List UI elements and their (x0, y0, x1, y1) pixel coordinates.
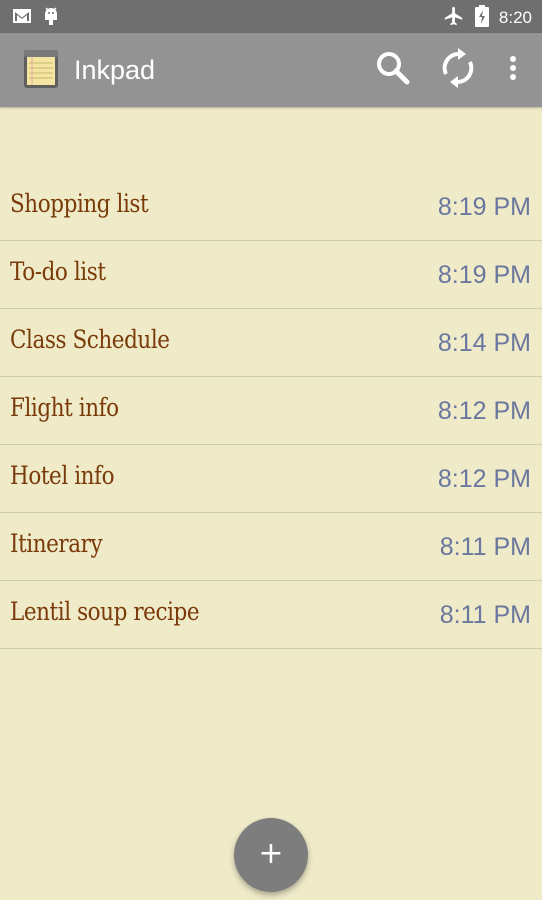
system-status: 8:20 (443, 5, 532, 31)
app-bar: Inkpad (0, 33, 542, 107)
search-icon (375, 50, 411, 90)
list-item[interactable]: Class Schedule 8:14 PM (0, 309, 542, 377)
note-title: Itinerary (10, 529, 103, 558)
battery-charging-icon (474, 5, 489, 31)
overflow-menu-button[interactable] (491, 48, 535, 92)
list-item[interactable]: Shopping list 8:19 PM (0, 173, 542, 241)
list-item[interactable]: Flight info 8:12 PM (0, 377, 542, 445)
note-time: 8:14 PM (437, 329, 531, 357)
sync-button[interactable] (436, 48, 480, 92)
note-title: Class Schedule (10, 325, 170, 354)
gmail-icon (12, 7, 32, 29)
list-item[interactable]: Hotel info 8:12 PM (0, 445, 542, 513)
note-time: 8:12 PM (437, 397, 531, 425)
notepad-logo (23, 49, 59, 89)
list-item[interactable]: Itinerary 8:11 PM (0, 513, 542, 581)
note-title: Hotel info (10, 461, 115, 490)
notification-icons (12, 6, 60, 30)
note-time: 8:11 PM (439, 533, 531, 561)
note-time: 8:19 PM (437, 261, 531, 289)
note-time: 8:12 PM (437, 465, 531, 493)
list-item[interactable]: Lentil soup recipe 8:11 PM (0, 581, 542, 649)
app-title: Inkpad (74, 55, 156, 85)
sync-icon (440, 48, 476, 92)
note-time: 8:11 PM (439, 601, 531, 629)
overflow-menu-icon (509, 56, 517, 84)
note-title: Lentil soup recipe (10, 597, 200, 626)
note-title: Flight info (10, 393, 119, 422)
android-debug-icon (42, 6, 60, 30)
status-bar: 8:20 (0, 0, 542, 33)
note-title: To-do list (10, 257, 106, 286)
status-time: 8:20 (498, 8, 532, 27)
list-item[interactable]: To-do list 8:19 PM (0, 241, 542, 309)
airplane-mode-icon (443, 5, 465, 31)
note-time: 8:19 PM (437, 193, 531, 221)
search-button[interactable] (371, 48, 415, 92)
plus-icon: + (258, 836, 284, 871)
note-list: Shopping list 8:19 PM To-do list 8:19 PM… (0, 173, 542, 649)
note-title: Shopping list (10, 189, 149, 218)
add-note-button[interactable]: + (234, 818, 308, 892)
